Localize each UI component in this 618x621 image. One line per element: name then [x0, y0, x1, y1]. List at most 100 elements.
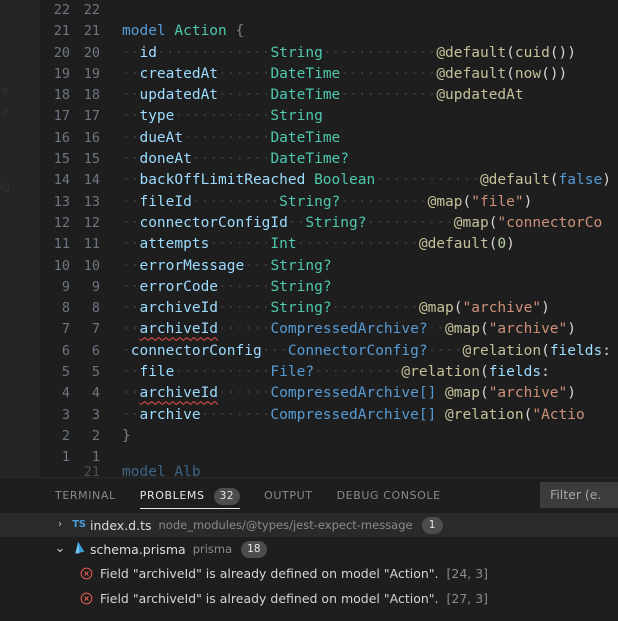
tab-terminal[interactable]: TERMINAL	[55, 478, 116, 513]
code-token: updatedAt	[139, 87, 219, 104]
code-token: fields	[488, 364, 542, 381]
code-line[interactable]: 11 11 ··attempts·······Int··············@d…	[40, 234, 618, 255]
code-token: :	[541, 364, 550, 381]
code-line-text: ··updatedAt······DateTime···········@upd…	[116, 85, 618, 106]
code-token: )	[506, 236, 515, 253]
code-token: @map	[453, 214, 489, 231]
code-token: (	[541, 342, 550, 359]
chevron-down-icon[interactable]: ⌄	[52, 540, 68, 558]
clipped-bottom-line: 21 model Alb	[40, 461, 618, 477]
code-line[interactable]: 14 14 ··backOffLimitReached Boolean·······…	[40, 170, 618, 191]
code-token: DateTime?	[270, 151, 350, 168]
code-token: connectorConfig	[130, 342, 262, 359]
code-token: "Actio	[532, 406, 585, 423]
line-number-old: 13	[53, 193, 70, 210]
line-number-old: 5	[61, 364, 70, 381]
code-token: ··········	[183, 129, 271, 146]
code-token: archiveId	[139, 300, 219, 317]
code-line[interactable]: 15 15 ··doneAt·········DateTime?	[40, 149, 618, 170]
code-line[interactable]: 13 13 ··fileId··········String?··········@…	[40, 192, 618, 213]
code-line[interactable]: 21 21 model Action {	[40, 21, 618, 42]
code-token: ··	[122, 193, 140, 210]
code-token: backOffLimitReached	[139, 172, 306, 189]
line-number-new: 3	[91, 406, 100, 423]
code-token: ···········	[340, 65, 437, 82]
code-token: ··	[122, 364, 140, 381]
code-line[interactable]: 16 16 ··dueAt··········DateTime	[40, 128, 618, 149]
code-line[interactable]: 3 3 ··archive········CompressedArchive[] @…	[40, 405, 618, 426]
code-line-text: ··connectorConfigId··String?··········@m…	[116, 213, 618, 234]
code-line[interactable]: 22 22	[40, 0, 618, 21]
code-token: ··········	[366, 214, 454, 231]
code-line[interactable]: 4 4 ··archiveId······CompressedArchive[] @…	[40, 383, 618, 404]
code-token: ··	[287, 214, 306, 231]
tab-debug-console[interactable]: DEBUG CONSOLE	[337, 478, 441, 513]
panel-tab-bar: TERMINAL PROBLEMS 32 OUTPUT DEBUG CONSOLE Fil…	[0, 478, 618, 513]
tab-output[interactable]: OUTPUT	[264, 478, 312, 513]
code-line[interactable]: 9 9 ··errorCode······String?	[40, 277, 618, 298]
code-token: @map	[418, 300, 454, 317]
code-line[interactable]: 6 6 ·connectorConfig···ConnectorConfig?···…	[40, 341, 618, 362]
code-line-text: ·connectorConfig···ConnectorConfig?····@…	[116, 341, 618, 362]
tab-label: PROBLEMS	[139, 489, 205, 502]
code-token: CompressedArchive[]	[270, 406, 437, 423]
line-number-old: 7	[61, 321, 70, 338]
clipped-gutter-new: 21	[83, 463, 100, 477]
code-token: ··	[122, 385, 140, 402]
chevron-right-icon[interactable]: ›	[52, 513, 68, 537]
problems-file-row[interactable]: › TS index.d.ts node_modules/@types/jest-ex…	[0, 513, 618, 537]
problems-error-row[interactable]: Field "archiveId" is already defined on …	[0, 586, 618, 611]
code-token: ··	[122, 406, 140, 423]
code-line[interactable]: 5 5 ··file···········File?··········@relat…	[40, 362, 618, 383]
code-token: connectorConfigId	[139, 214, 288, 231]
code-token: ··········	[331, 300, 419, 317]
problems-error-message: Field "archiveId" is already defined on …	[100, 591, 439, 606]
line-number-new: 11	[83, 236, 100, 253]
code-line[interactable]: 7 7 ··archiveId······CompressedArchive?··@…	[40, 319, 618, 340]
code-token: ···	[261, 342, 288, 359]
filter-input[interactable]: Filter (e.	[540, 482, 618, 508]
code-token: (	[479, 385, 489, 402]
code-token: String?	[270, 257, 332, 274]
code-line-text: ··errorCode······String?	[116, 277, 618, 298]
line-number-old: 15	[53, 151, 70, 168]
code-line[interactable]: 12 12 ··connectorConfigId··String?········…	[40, 213, 618, 234]
line-number-new: 13	[83, 193, 100, 210]
code-token: "file"	[471, 193, 524, 210]
code-line[interactable]: 10 10 ··errorMessage···String?	[40, 256, 618, 277]
problems-file-row[interactable]: ⌄ schema.prisma prisma 18	[0, 537, 618, 561]
code-token: "archive"	[488, 385, 568, 402]
code-token: ConnectorConfig?	[287, 342, 428, 359]
line-number-new: 17	[83, 108, 100, 125]
code-token: ······	[218, 385, 271, 402]
code-line[interactable]: 20 20 ··id·············String·············…	[40, 43, 618, 64]
code-line-text: ··dueAt··········DateTime	[116, 128, 618, 149]
code-token: ··············	[296, 236, 419, 253]
code-line[interactable]: 19 19 ··createdAt······DateTime···········…	[40, 64, 618, 85]
code-token: ······	[218, 321, 271, 338]
code-line[interactable]: 2 2}	[40, 426, 618, 447]
code-token: (	[549, 172, 559, 189]
ghost-text-3: ig	[0, 180, 11, 193]
tab-problems[interactable]: PROBLEMS 32	[139, 478, 241, 513]
code-line[interactable]: 18 18 ··updatedAt······DateTime···········…	[40, 85, 618, 106]
code-token: ··	[122, 257, 140, 274]
code-token: ··	[122, 87, 140, 104]
line-number-new: 21	[83, 23, 100, 40]
left-activity-strip: s y ig	[0, 0, 40, 477]
problems-file-path: prisma	[192, 542, 233, 556]
line-number-old: 4	[61, 385, 70, 402]
problems-error-row[interactable]: Field "archiveId" is already defined on …	[0, 561, 618, 586]
line-number-old: 22	[53, 2, 70, 18]
code-editor[interactable]: 22 22 21 21 model Action {20 20 ··id··········…	[40, 0, 618, 477]
code-token: ········	[200, 406, 271, 423]
code-token: model	[122, 23, 175, 40]
problems-count-badge: 1	[421, 516, 443, 534]
problems-error-position: [24, 3]	[446, 566, 489, 581]
line-number-new: 9	[91, 278, 100, 295]
code-token: ···········	[340, 87, 437, 104]
code-token: @updatedAt	[436, 87, 524, 104]
problems-count-badge: 18	[241, 540, 267, 558]
code-line[interactable]: 8 8 ··archiveId······String?··········@map…	[40, 298, 618, 319]
code-line[interactable]: 17 17 ··type···········String	[40, 106, 618, 127]
